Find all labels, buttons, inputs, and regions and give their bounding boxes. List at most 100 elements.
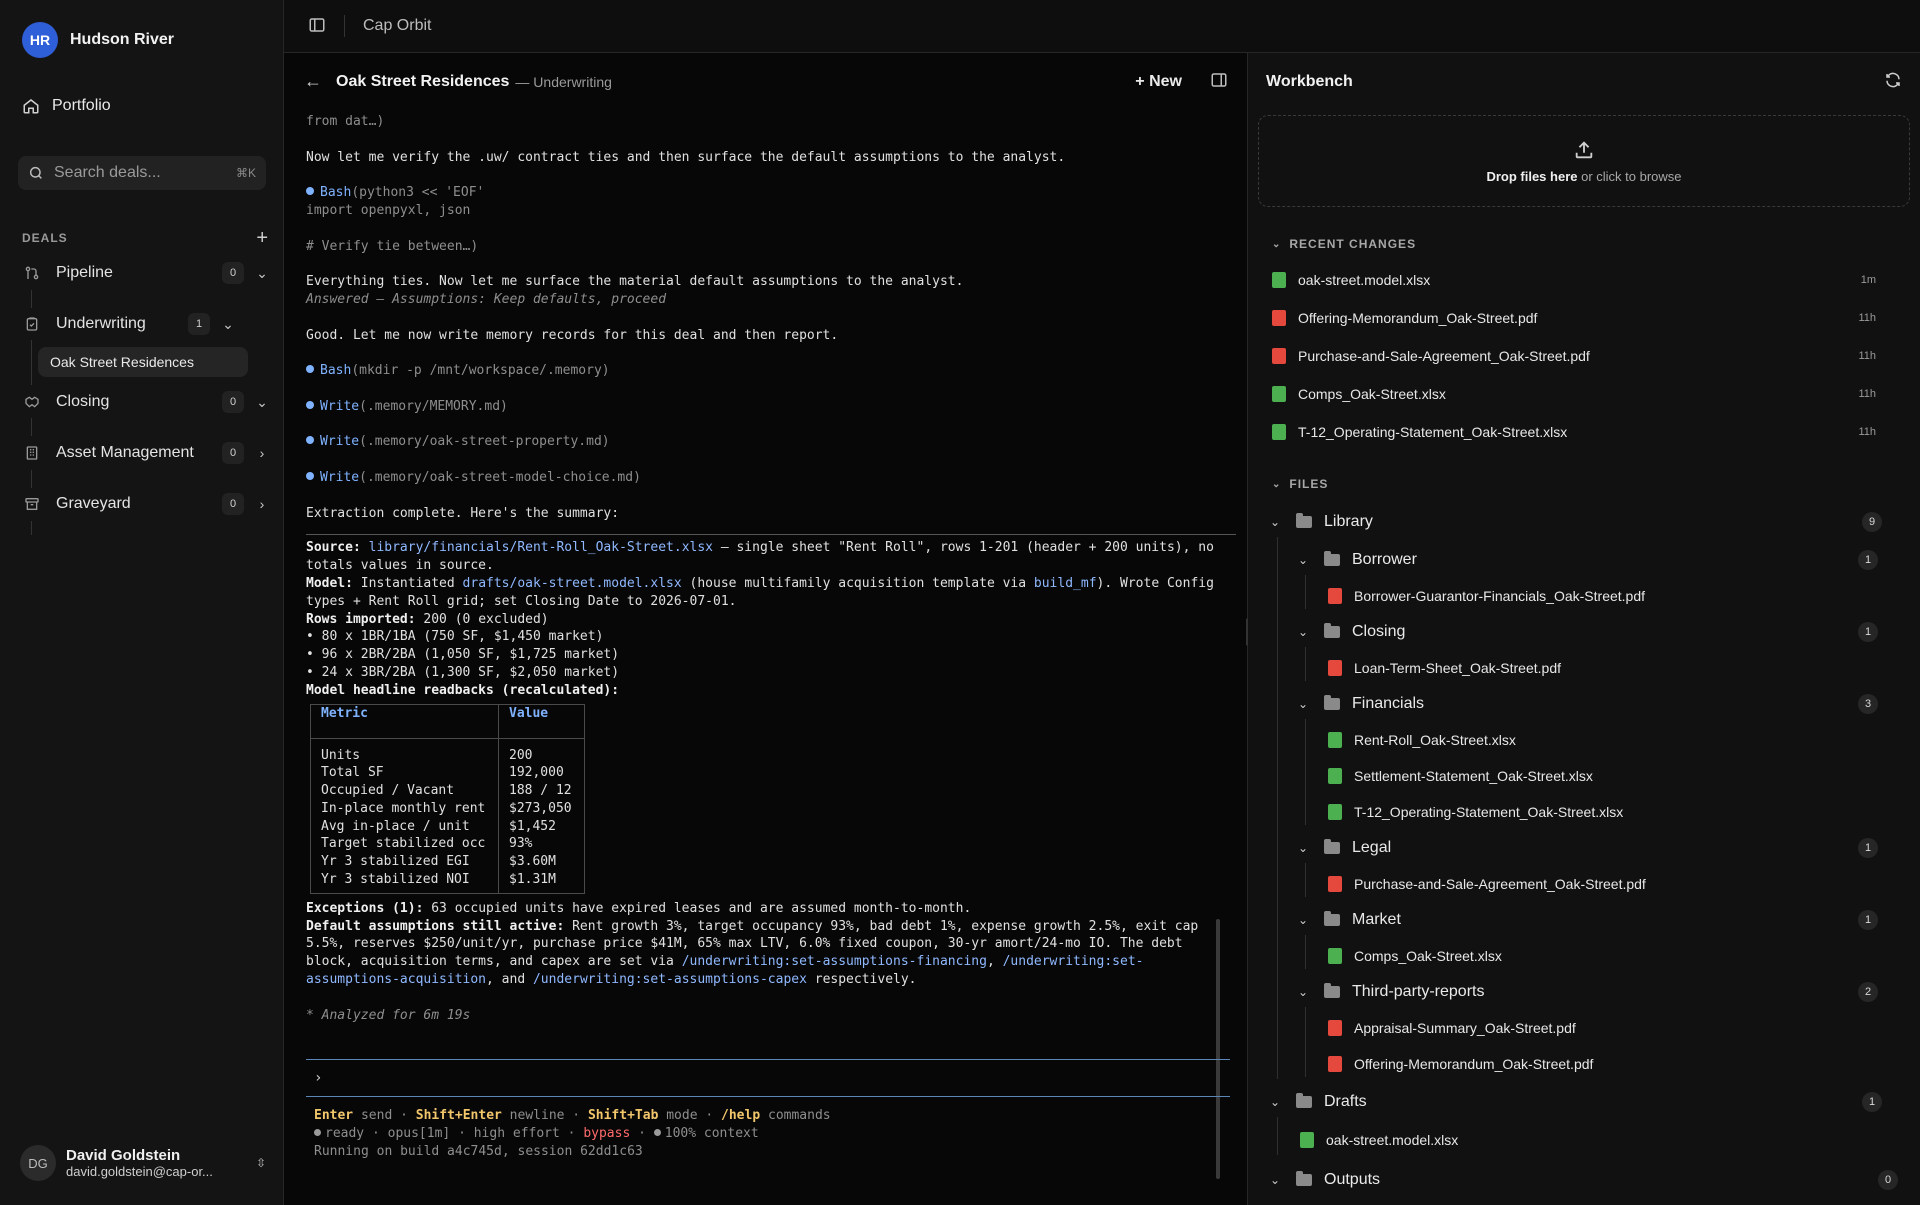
refresh-icon[interactable] — [1884, 71, 1902, 92]
file-item[interactable]: Borrower-Guarantor-Financials_Oak-Street… — [1328, 583, 1645, 609]
avatar: DG — [20, 1145, 56, 1181]
file-dropzone[interactable]: Drop files here or click to browse — [1258, 115, 1910, 207]
file-item[interactable]: Offering-Memorandum_Oak-Street.pdf — [1328, 1051, 1593, 1077]
file-timestamp: 11h — [1858, 426, 1876, 438]
file-timestamp: 11h — [1858, 312, 1876, 324]
model-path[interactable]: drafts/oak-street.model.xlsx — [463, 576, 682, 591]
user-menu[interactable]: DG David Goldstein david.goldstein@cap-o… — [20, 1145, 266, 1181]
search-deals[interactable]: Search deals... ⌘K — [18, 156, 266, 190]
back-arrow-icon[interactable]: ← — [304, 71, 322, 92]
pdf-file-icon — [1328, 876, 1342, 892]
stage-label: Underwriting — [56, 315, 146, 332]
stage-pipeline[interactable]: Pipeline 0 ⌄ — [22, 258, 270, 288]
tree-line — [31, 470, 32, 488]
recent-changes-header[interactable]: ⌄ RECENT CHANGES — [1272, 237, 1416, 251]
sidebar-toggle-icon[interactable] — [308, 16, 326, 37]
folder-borrower[interactable]: ⌄ Borrower — [1298, 547, 1417, 573]
file-item[interactable]: Appraisal-Summary_Oak-Street.pdf — [1328, 1015, 1576, 1041]
tree-guide — [1305, 575, 1306, 609]
model-text: (house multifamily acquisition template … — [681, 575, 1034, 591]
home-icon — [23, 99, 39, 114]
prompt-input[interactable]: › — [306, 1059, 1230, 1097]
chevron-down-icon[interactable]: ⌄ — [220, 316, 236, 333]
section-label: RECENT CHANGES — [1289, 237, 1417, 251]
nav-portfolio[interactable]: Portfolio — [22, 97, 111, 115]
drop-hint: or click to browse — [1577, 168, 1682, 184]
recent-file-item[interactable]: Purchase-and-Sale-Agreement_Oak-Street.p… — [1272, 343, 1876, 369]
folder-market[interactable]: ⌄ Market — [1298, 907, 1401, 933]
recent-file-item[interactable]: Comps_Oak-Street.xlsx 11h — [1272, 381, 1876, 407]
metric-value: 188 / 12 — [509, 783, 572, 799]
chevron-up-down-icon[interactable]: ⇳ — [256, 1156, 266, 1170]
command-link[interactable]: /underwriting:set-assumptions-financing — [682, 954, 987, 969]
folder-drafts[interactable]: ⌄ Drafts — [1270, 1089, 1367, 1115]
chevron-right-icon[interactable]: › — [254, 445, 270, 461]
tool-arg: (.memory/MEMORY.md) — [359, 398, 508, 414]
status-effort: high effort — [473, 1126, 560, 1141]
deal-oak-street-residences[interactable]: Oak Street Residences — [38, 347, 248, 377]
table-row: Units Total SF Occupied / Vacant In-plac… — [310, 737, 585, 894]
files-header[interactable]: ⌄ FILES — [1272, 477, 1328, 491]
command-link[interactable]: /underwriting:set-assumptions-capex — [533, 972, 807, 987]
chevron-down-icon: ⌄ — [1270, 1173, 1281, 1187]
key-hint: /help — [721, 1108, 761, 1123]
pdf-file-icon — [1328, 588, 1342, 604]
chevron-down-icon[interactable]: ⌄ — [254, 394, 270, 411]
tool-arg: (.memory/oak-street-model-choice.md) — [359, 469, 641, 485]
recent-file-item[interactable]: oak-street.model.xlsx 1m — [1272, 267, 1876, 293]
transcript-scrollbar[interactable] — [1216, 919, 1220, 1179]
metric-value: 192,000 — [509, 765, 564, 781]
stage-asset-management[interactable]: Asset Management 0 › — [22, 438, 270, 468]
folder-name: Library — [1324, 513, 1373, 530]
key-hint: Shift+Tab — [587, 1108, 659, 1123]
folder-third-party-reports[interactable]: ⌄ Third-party-reports — [1298, 979, 1484, 1005]
folder-name: Outputs — [1324, 1171, 1381, 1188]
folder-closing[interactable]: ⌄ Closing — [1298, 619, 1405, 645]
tool-dot-icon — [306, 365, 314, 374]
metric-name: Occupied / Vacant — [321, 783, 455, 799]
status-ready: ready — [325, 1126, 365, 1141]
stage-underwriting[interactable]: Underwriting 1 ⌄ — [22, 309, 270, 339]
source-path[interactable]: library/financials/Rent-Roll_Oak-Street.… — [369, 540, 713, 555]
prompt-caret: › — [314, 1070, 323, 1086]
file-item[interactable]: Rent-Roll_Oak-Street.xlsx — [1328, 727, 1516, 753]
separator: · — [371, 1126, 380, 1141]
folder-icon — [1324, 695, 1340, 710]
tool-name: Write — [320, 434, 360, 450]
stage-closing[interactable]: Closing 0 ⌄ — [22, 387, 270, 417]
folder-financials[interactable]: ⌄ Financials — [1298, 691, 1424, 717]
model-text: Instantiated — [352, 575, 463, 591]
new-conversation-button[interactable]: + New — [1135, 73, 1182, 91]
tool-dot-icon — [306, 400, 314, 409]
build-info: Running on build a4c745d, session 62dd1c… — [314, 1144, 643, 1159]
file-item[interactable]: Purchase-and-Sale-Agreement_Oak-Street.p… — [1328, 871, 1646, 897]
tool-arg: (python3 << 'EOF' — [351, 185, 485, 201]
recent-file-item[interactable]: T-12_Operating-Statement_Oak-Street.xlsx… — [1272, 419, 1876, 445]
table-header: Metric — [310, 703, 499, 739]
folder-legal[interactable]: ⌄ Legal — [1298, 835, 1391, 861]
model-label: Model: — [306, 575, 353, 591]
file-item[interactable]: Settlement-Statement_Oak-Street.xlsx — [1328, 763, 1593, 789]
org-switcher[interactable]: HR Hudson River — [22, 22, 174, 58]
hint-text: send · — [353, 1108, 416, 1123]
stage-graveyard[interactable]: Graveyard 0 › — [22, 489, 270, 519]
file-item[interactable]: T-12_Operating-Statement_Oak-Street.xlsx — [1328, 799, 1623, 825]
search-input[interactable]: Search deals... — [54, 164, 236, 182]
key-hint: Enter — [314, 1108, 354, 1123]
tool-arg: import openpyxl, json — [306, 202, 471, 218]
file-item[interactable]: Comps_Oak-Street.xlsx — [1328, 943, 1502, 969]
add-deal-button[interactable]: + — [256, 228, 268, 248]
defaults-label: Default assumptions still active: — [306, 918, 565, 934]
org-name: Hudson River — [70, 31, 175, 48]
folder-library[interactable]: ⌄ Library — [1270, 509, 1373, 535]
panel-toggle-icon[interactable] — [1210, 71, 1228, 92]
recent-file-item[interactable]: Offering-Memorandum_Oak-Street.pdf 11h — [1272, 305, 1876, 331]
chevron-down-icon[interactable]: ⌄ — [254, 265, 270, 282]
file-name: Borrower-Guarantor-Financials_Oak-Street… — [1354, 588, 1646, 604]
file-item[interactable]: oak-street.model.xlsx — [1300, 1127, 1458, 1153]
metric-value: 200 — [509, 747, 533, 763]
folder-outputs[interactable]: ⌄ Outputs — [1270, 1167, 1380, 1193]
file-item[interactable]: Loan-Term-Sheet_Oak-Street.pdf — [1328, 655, 1561, 681]
chevron-right-icon[interactable]: › — [254, 496, 270, 512]
rows-label: Rows imported: — [306, 611, 416, 627]
